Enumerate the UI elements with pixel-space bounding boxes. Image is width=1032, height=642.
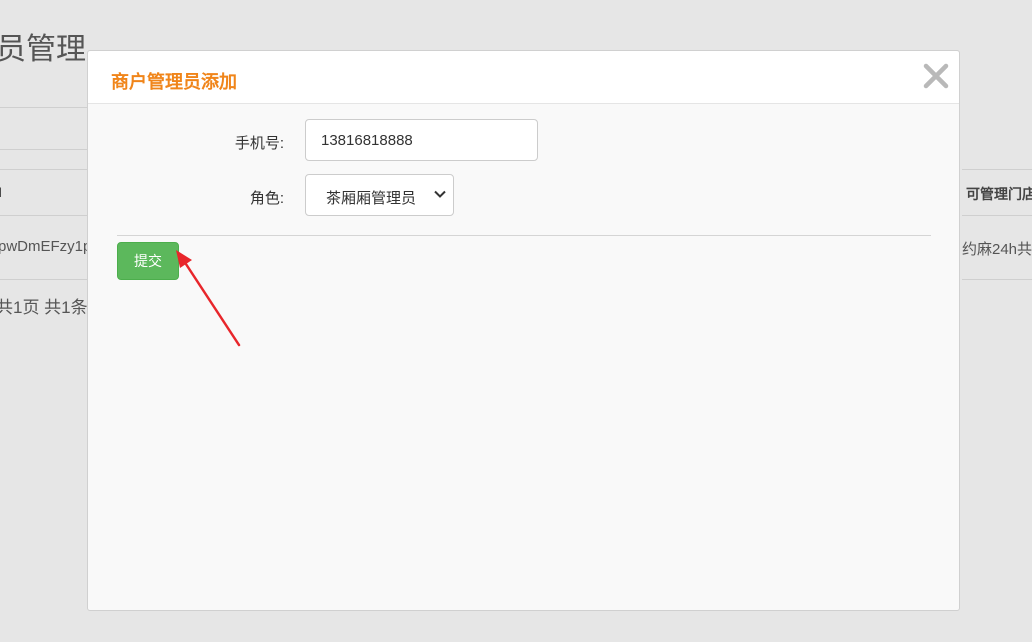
table-cell: pwDmEFzy1p <box>0 238 92 255</box>
table-border <box>962 169 1032 170</box>
divider <box>0 107 90 108</box>
form-divider <box>117 235 931 236</box>
phone-input[interactable] <box>305 119 538 161</box>
modal-header: 商户管理员添加 <box>88 51 959 104</box>
table-border <box>962 279 1032 280</box>
chevron-down-icon <box>434 190 446 198</box>
pagination-info: 共1页 共1条 <box>0 298 88 317</box>
page-title: 员管理 <box>0 33 86 66</box>
annotation-arrow-icon <box>176 250 241 347</box>
role-label: 角色: <box>249 190 284 207</box>
phone-label: 手机号: <box>234 135 284 152</box>
table-cell: 约麻24h共享 <box>962 241 1032 258</box>
table-header-cell: I <box>0 184 2 200</box>
role-selected-value: 茶厢厢管理员 <box>326 190 417 207</box>
table-header-cell: 可管理门店 <box>966 186 1032 202</box>
divider <box>0 149 90 150</box>
close-icon <box>923 63 949 89</box>
close-button[interactable] <box>921 61 951 91</box>
table-border <box>0 215 90 216</box>
table-border <box>962 215 1032 216</box>
table-border <box>0 279 90 280</box>
role-select[interactable]: 茶厢厢管理员 <box>305 174 454 216</box>
modal-title: 商户管理员添加 <box>111 72 237 92</box>
table-border <box>0 169 90 170</box>
